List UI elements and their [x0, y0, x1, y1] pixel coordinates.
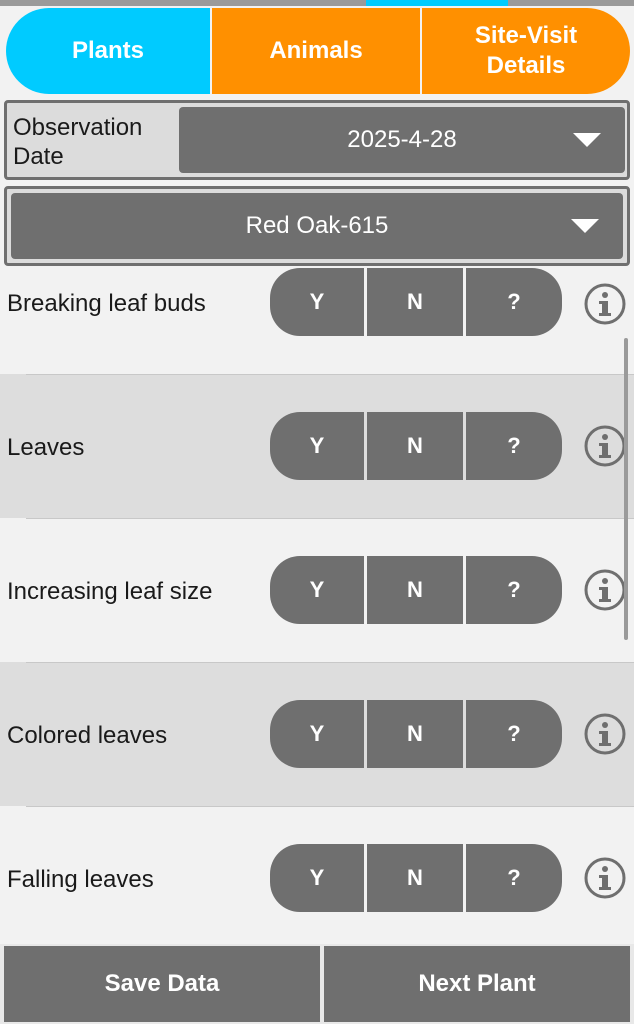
phenophase-row: Breaking leaf buds Y N ?	[0, 268, 634, 374]
row-divider	[26, 518, 634, 519]
info-circle-icon[interactable]	[583, 568, 627, 612]
tab-bar: Plants Animals Site-Visit Details	[6, 8, 630, 94]
unsure-button[interactable]: ?	[466, 700, 562, 768]
yes-button[interactable]: Y	[270, 700, 364, 768]
observation-date-panel: Observation Date 2025-4-28	[4, 100, 630, 180]
indicator-track-right	[508, 0, 634, 6]
row-divider	[26, 806, 634, 807]
next-plant-button[interactable]: Next Plant	[324, 946, 630, 1022]
yn-button-group: Y N ?	[270, 556, 562, 624]
phenophase-row: Colored leaves Y N ?	[0, 662, 634, 806]
phenophase-label: Increasing leaf size	[7, 578, 213, 605]
no-button[interactable]: N	[367, 844, 463, 912]
unsure-button[interactable]: ?	[466, 268, 562, 336]
observation-date-dropdown[interactable]: 2025-4-28	[179, 107, 625, 173]
observation-date-value: 2025-4-28	[347, 126, 457, 153]
plant-select-panel: Red Oak-615	[4, 186, 630, 266]
phenophase-label: Breaking leaf buds	[7, 290, 206, 317]
phenophase-label: Leaves	[7, 434, 85, 461]
yn-button-group: Y N ?	[270, 412, 562, 480]
info-circle-icon[interactable]	[583, 282, 627, 326]
yn-button-group: Y N ?	[270, 844, 562, 912]
phenophase-row: Increasing leaf size Y N ?	[0, 518, 634, 662]
indicator-track-left	[0, 0, 366, 6]
tab-animals[interactable]: Animals	[212, 8, 420, 94]
info-circle-icon[interactable]	[583, 712, 627, 756]
row-divider	[26, 374, 634, 375]
yn-button-group: Y N ?	[270, 268, 562, 336]
phenophase-label: Falling leaves	[7, 866, 154, 893]
phenophase-list[interactable]: Breaking leaf buds Y N ? Leaves Y N ? In…	[0, 268, 634, 944]
no-button[interactable]: N	[367, 268, 463, 336]
info-circle-icon[interactable]	[583, 856, 627, 900]
tab-plants[interactable]: Plants	[6, 8, 210, 94]
tab-site-visit-details[interactable]: Site-Visit Details	[422, 8, 630, 94]
phenophase-label: Colored leaves	[7, 722, 168, 749]
chevron-down-icon	[573, 133, 601, 147]
unsure-button[interactable]: ?	[466, 412, 562, 480]
row-divider	[26, 662, 634, 663]
yes-button[interactable]: Y	[270, 412, 364, 480]
list-scrollbar[interactable]	[624, 338, 628, 640]
phenophase-row: Leaves Y N ?	[0, 374, 634, 518]
plant-dropdown[interactable]: Red Oak-615	[11, 193, 623, 259]
yn-button-group: Y N ?	[270, 700, 562, 768]
unsure-button[interactable]: ?	[466, 556, 562, 624]
info-circle-icon[interactable]	[583, 424, 627, 468]
top-tab-indicator	[0, 0, 634, 7]
observation-date-label: Observation Date	[13, 114, 143, 170]
phenophase-row: Falling leaves Y N ?	[0, 806, 634, 944]
chevron-down-icon	[571, 219, 599, 233]
no-button[interactable]: N	[367, 412, 463, 480]
unsure-button[interactable]: ?	[466, 844, 562, 912]
save-data-button[interactable]: Save Data	[4, 946, 320, 1022]
indicator-active	[366, 0, 508, 6]
plant-dropdown-value: Red Oak-615	[245, 212, 389, 239]
yes-button[interactable]: Y	[270, 844, 364, 912]
yes-button[interactable]: Y	[270, 268, 364, 336]
yes-button[interactable]: Y	[270, 556, 364, 624]
no-button[interactable]: N	[367, 556, 463, 624]
no-button[interactable]: N	[367, 700, 463, 768]
footer-bar: Save Data Next Plant	[0, 944, 634, 1024]
